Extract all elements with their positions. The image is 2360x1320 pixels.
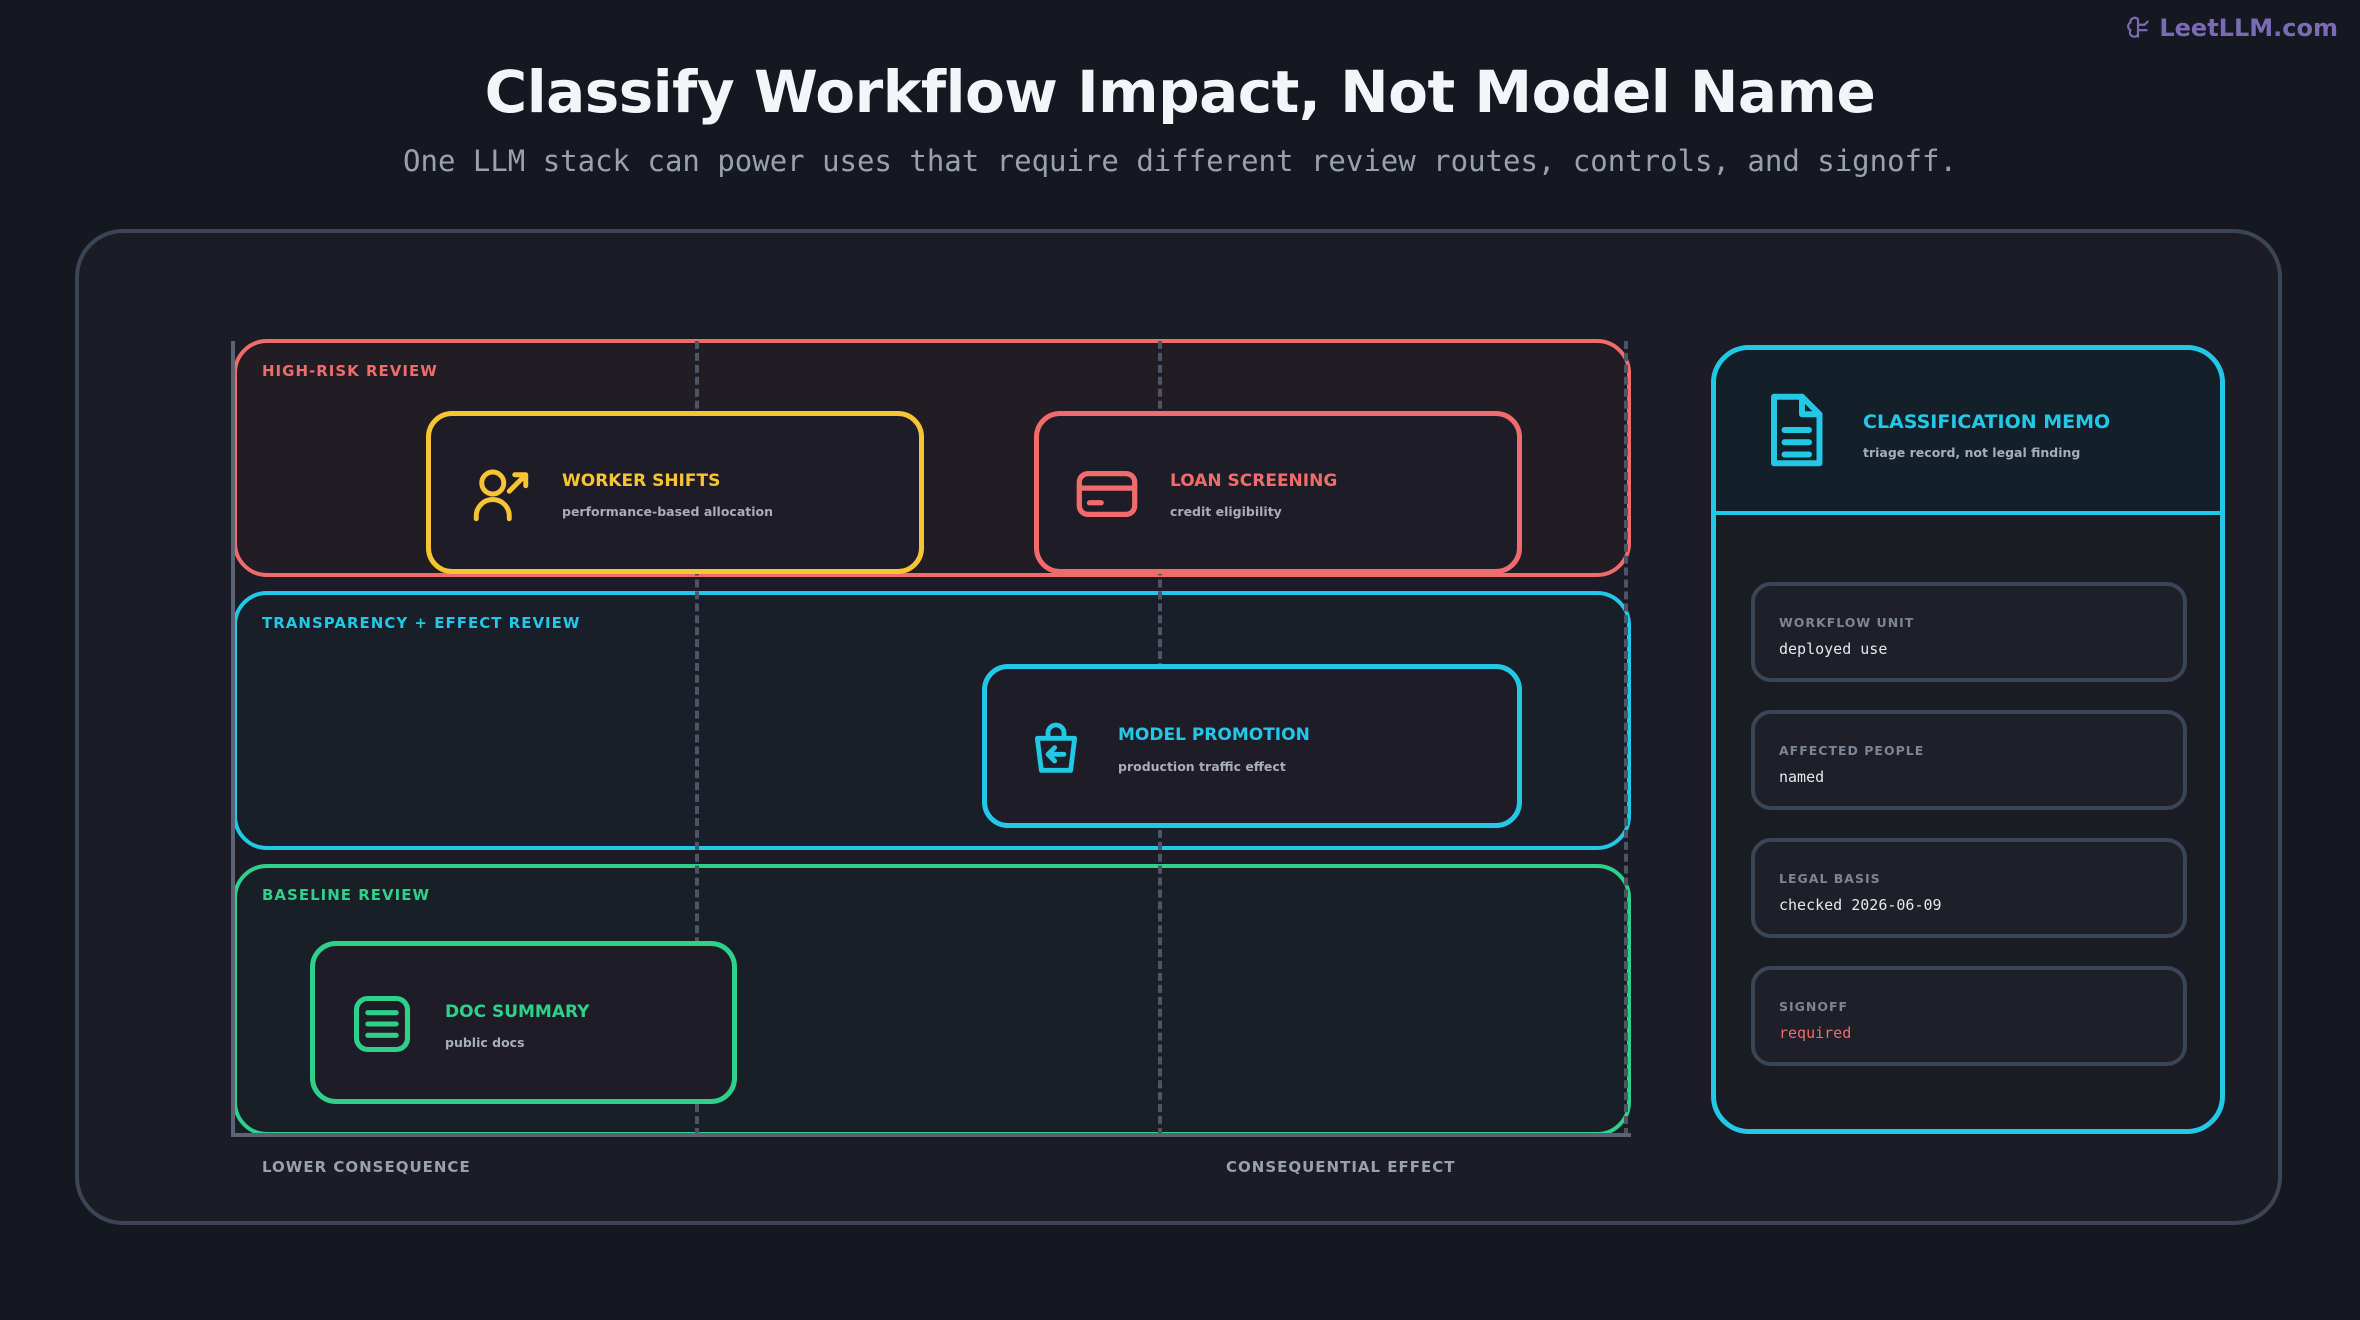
card-worker-shifts[interactable]: WORKER SHIFTS performance-based allocati… — [426, 411, 924, 574]
card-title: WORKER SHIFTS — [562, 471, 721, 491]
card-subtitle: performance-based allocation — [562, 504, 773, 519]
text-lines-icon — [353, 995, 411, 1053]
user-arrow-icon — [473, 469, 529, 522]
field-label: AFFECTED PEOPLE — [1779, 743, 1925, 758]
y-axis-line — [231, 341, 235, 1136]
card-loan-screening[interactable]: LOAN SCREENING credit eligibility — [1034, 411, 1522, 574]
classification-memo-panel: CLASSIFICATION MEMO triage record, not l… — [1711, 345, 2225, 1134]
card-subtitle: public docs — [445, 1035, 525, 1050]
column-divider — [1624, 341, 1628, 1136]
card-title: DOC SUMMARY — [445, 1002, 590, 1022]
field-value: deployed use — [1779, 640, 1888, 658]
x-axis-label-right: CONSEQUENTIAL EFFECT — [1226, 1158, 1456, 1176]
brand-logo[interactable]: LeetLLM.com — [2125, 14, 2338, 42]
memo-title: CLASSIFICATION MEMO — [1863, 411, 2111, 433]
memo-field-signoff: SIGNOFF required — [1751, 966, 2187, 1066]
brand-label: LeetLLM.com — [2159, 14, 2338, 42]
memo-field-workflow-unit: WORKFLOW UNIT deployed use — [1751, 582, 2187, 682]
field-value: checked 2026-06-09 — [1779, 896, 1942, 914]
memo-header: CLASSIFICATION MEMO triage record, not l… — [1716, 350, 2220, 515]
band-label-transparency: TRANSPARENCY + EFFECT REVIEW — [262, 614, 581, 632]
brain-logo-icon — [2127, 16, 2150, 38]
card-model-promotion[interactable]: MODEL PROMOTION production traffic effec… — [982, 664, 1522, 828]
card-subtitle: production traffic effect — [1118, 759, 1286, 774]
field-value-signoff: required — [1779, 1024, 1852, 1042]
card-title: MODEL PROMOTION — [1118, 725, 1310, 745]
x-axis-label-left: LOWER CONSEQUENCE — [262, 1158, 471, 1176]
x-axis-line — [231, 1133, 1631, 1137]
card-title: LOAN SCREENING — [1170, 471, 1338, 491]
field-label: LEGAL BASIS — [1779, 871, 1881, 886]
band-label-high-risk: HIGH-RISK REVIEW — [262, 362, 438, 380]
field-label: SIGNOFF — [1779, 999, 1849, 1014]
band-label-baseline: BASELINE REVIEW — [262, 886, 431, 904]
memo-field-affected-people: AFFECTED PEOPLE named — [1751, 710, 2187, 810]
memo-subtitle: triage record, not legal finding — [1863, 445, 2081, 460]
page-subtitle: One LLM stack can power uses that requir… — [403, 144, 1957, 178]
shopping-bag-icon — [1034, 722, 1078, 773]
document-icon — [1771, 393, 1823, 467]
card-doc-summary[interactable]: DOC SUMMARY public docs — [310, 941, 737, 1104]
card-subtitle: credit eligibility — [1170, 504, 1282, 519]
field-label: WORKFLOW UNIT — [1779, 615, 1915, 630]
credit-card-icon — [1076, 470, 1138, 518]
field-value: named — [1779, 768, 1825, 786]
memo-field-legal-basis: LEGAL BASIS checked 2026-06-09 — [1751, 838, 2187, 938]
page-title: Classify Workflow Impact, Not Model Name — [484, 58, 1876, 126]
